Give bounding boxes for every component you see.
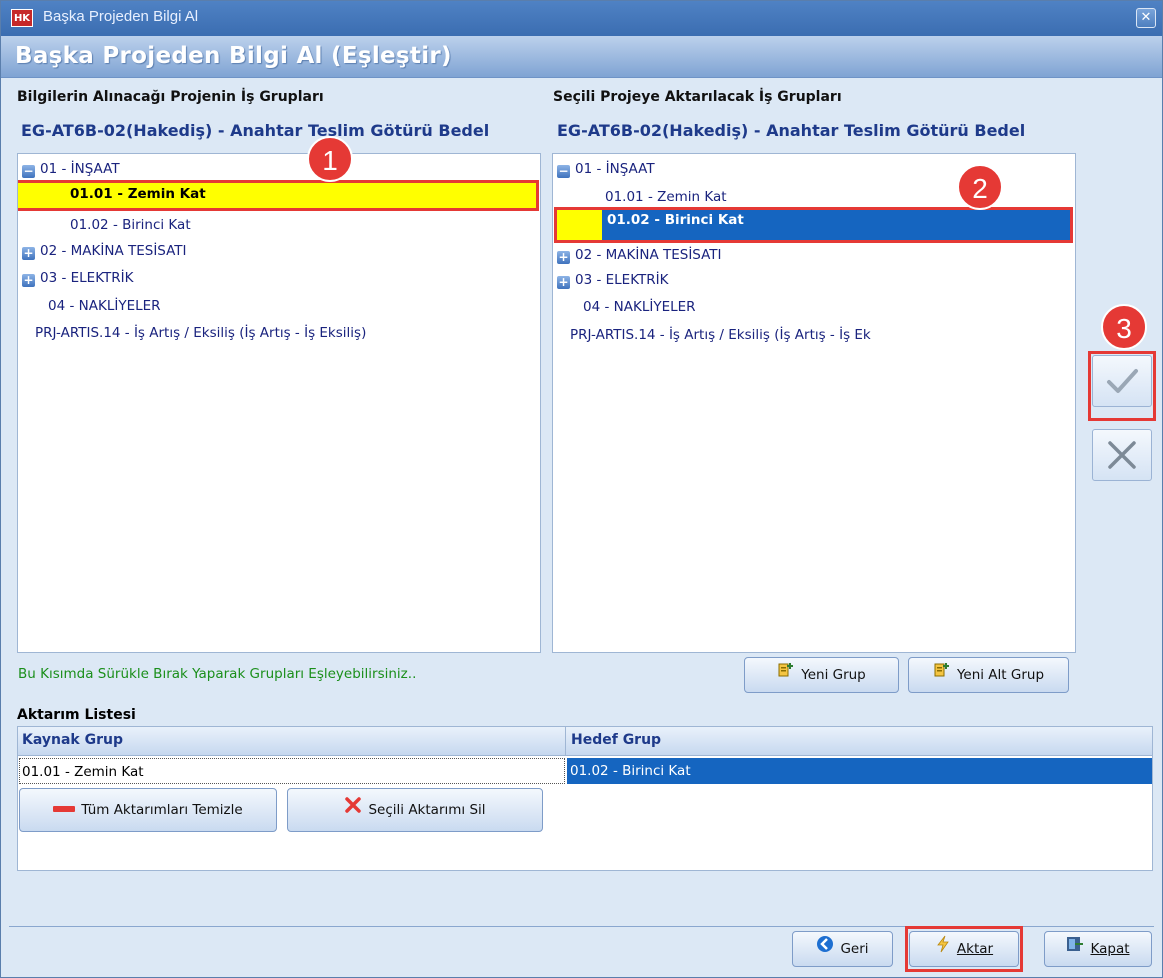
grid-cell-target-selected[interactable]: 01.02 - Birinci Kat: [567, 758, 1152, 784]
tree-node-prj-artis[interactable]: PRJ-ARTIS.14 - İş Artış / Eksiliş (İş Ar…: [35, 320, 366, 346]
checkmark-icon: [1107, 369, 1138, 393]
x-icon: [1108, 441, 1136, 469]
tree-node-nakliyeler[interactable]: 04 - NAKLİYELER: [583, 294, 696, 320]
source-project-name: EG-AT6B-02(Hakediş) - Anahtar Teslim Göt…: [21, 121, 490, 140]
source-groups-label: Bilgilerin Alınacağı Projenin İş Gruplar…: [17, 89, 324, 105]
callout-2: 2: [957, 164, 1003, 210]
transfer-list-label: Aktarım Listesi: [17, 707, 136, 723]
minus-bar-icon: [53, 789, 76, 831]
drop-marker: [557, 210, 602, 240]
expand-icon[interactable]: +: [557, 276, 570, 289]
tree-node-zemin-kat-selected[interactable]: 01.01 - Zemin Kat: [18, 180, 539, 211]
expand-icon[interactable]: +: [22, 274, 35, 287]
red-x-icon: [344, 789, 362, 831]
confirm-mapping-button[interactable]: [1092, 355, 1152, 407]
target-groups-label: Seçili Projeye Aktarılacak İş Grupları: [553, 89, 842, 105]
delete-selected-transfer-button[interactable]: Seçili Aktarımı Sil: [287, 788, 543, 832]
target-group-tree[interactable]: −01 - İNŞAAT 01.01 - Zemin Kat 01.02 - B…: [552, 153, 1076, 653]
remove-mapping-button[interactable]: [1092, 429, 1152, 481]
back-arrow-icon: [816, 932, 834, 966]
transfer-button[interactable]: Aktar: [909, 931, 1019, 967]
new-group-button[interactable]: Yeni Grup: [744, 657, 899, 693]
tree-node-birinci-kat[interactable]: 01.02 - Birinci Kat: [70, 212, 191, 238]
tree-node-prj-artis[interactable]: PRJ-ARTIS.14 - İş Artış / Eksiliş (İş Ar…: [570, 322, 871, 348]
collapse-icon[interactable]: −: [557, 165, 570, 178]
column-header-target[interactable]: Hedef Grup: [571, 732, 661, 748]
tree-node-birinci-kat-selected[interactable]: 01.02 - Birinci Kat: [554, 207, 1073, 243]
window-title: Başka Projeden Bilgi Al: [43, 8, 199, 25]
expand-icon[interactable]: +: [557, 251, 570, 264]
tree-node-elektrik[interactable]: +03 - ELEKTRİK: [22, 265, 133, 291]
dialog-window: HK Başka Projeden Bilgi Al ✕ Başka Proje…: [0, 0, 1163, 978]
callout-3: 3: [1101, 304, 1147, 350]
tree-node-nakliyeler[interactable]: 04 - NAKLİYELER: [48, 293, 161, 319]
lightning-icon: [935, 932, 951, 966]
tree-node-makina[interactable]: +02 - MAKİNA TESİSATI: [557, 242, 722, 268]
clear-all-transfers-button[interactable]: Tüm Aktarımları Temizle: [19, 788, 277, 832]
app-icon: HK: [11, 9, 33, 27]
target-project-name: EG-AT6B-02(Hakediş) - Anahtar Teslim Göt…: [557, 121, 1026, 140]
tree-node-makina[interactable]: +02 - MAKİNA TESİSATI: [22, 238, 187, 264]
new-sub-group-button[interactable]: Yeni Alt Grup: [908, 657, 1069, 693]
tree-node-insaat[interactable]: −01 - İNŞAAT: [22, 156, 120, 182]
page-title: Başka Projeden Bilgi Al (Eşleştir): [15, 43, 452, 69]
column-header-source[interactable]: Kaynak Grup: [22, 732, 123, 748]
collapse-icon[interactable]: −: [22, 165, 35, 178]
expand-icon[interactable]: +: [22, 247, 35, 260]
tree-node-elektrik[interactable]: +03 - ELEKTRİK: [557, 267, 668, 293]
new-sub-group-icon: [933, 658, 951, 692]
column-divider: [565, 727, 566, 755]
back-button[interactable]: Geri: [792, 931, 893, 967]
close-button[interactable]: Kapat: [1044, 931, 1152, 967]
close-window-button[interactable]: ✕: [1136, 8, 1156, 28]
new-group-icon: [777, 658, 795, 692]
title-bar: HK Başka Projeden Bilgi Al ✕: [1, 1, 1162, 36]
tree-node-insaat[interactable]: −01 - İNŞAAT: [557, 156, 655, 182]
drag-drop-hint: Bu Kısımda Sürükle Bırak Yaparak Gruplar…: [18, 666, 417, 682]
header-banner: Başka Projeden Bilgi Al (Eşleştir): [1, 36, 1162, 78]
grid-header: Kaynak Grup Hedef Grup: [18, 727, 1152, 756]
exit-door-icon: [1066, 932, 1084, 966]
grid-cell-source[interactable]: 01.01 - Zemin Kat: [19, 758, 565, 784]
source-group-tree[interactable]: −01 - İNŞAAT 01.01 - Zemin Kat 01.02 - B…: [17, 153, 541, 653]
callout-1: 1: [307, 136, 353, 182]
